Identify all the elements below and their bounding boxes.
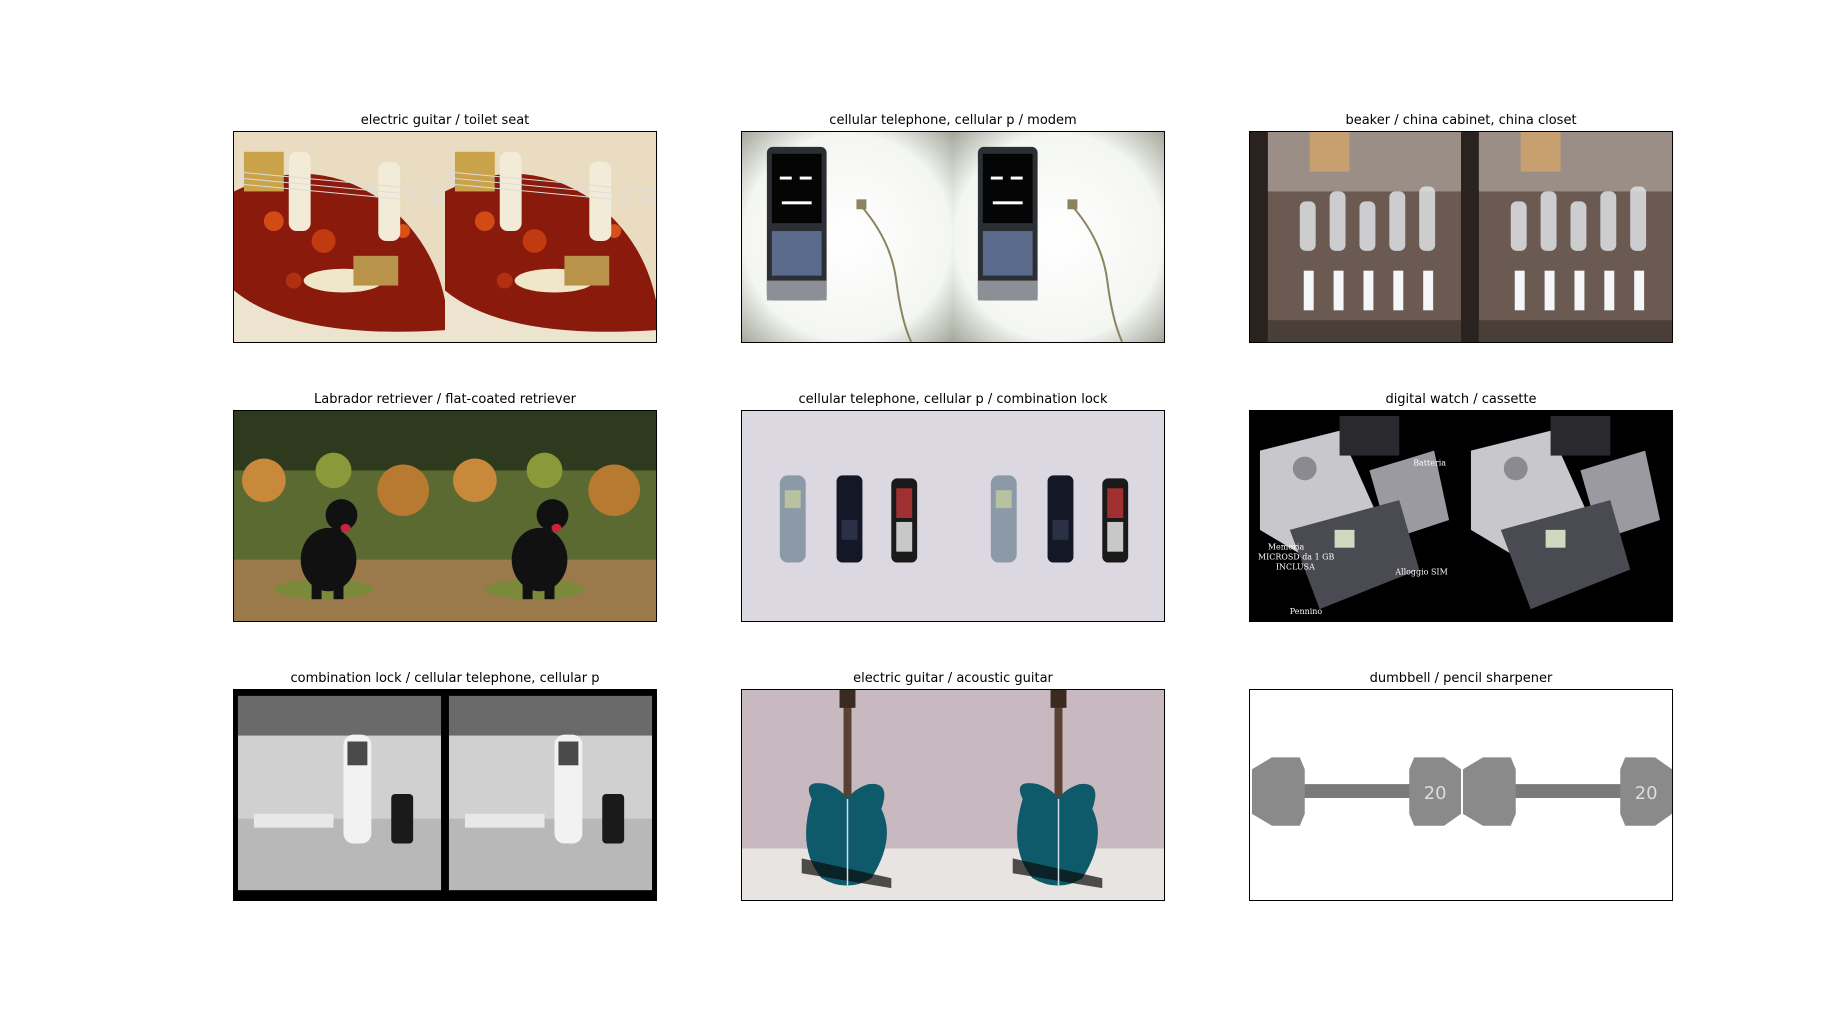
panel-title: electric guitar / toilet seat: [360, 113, 530, 128]
glass-beakers-photo: [1249, 131, 1673, 343]
phone-parts-labeled-photo: Batteria Memoria MICROSD da 1 GB INCLUSA…: [1249, 410, 1673, 622]
cellphone-and-cable-photo: [741, 131, 1165, 343]
panel-title: beaker / china cabinet, china closet: [1345, 113, 1577, 128]
panel-title: cellular telephone, cellular p / modem: [829, 113, 1077, 128]
image-panel: electric guitar / acoustic guitar: [741, 669, 1165, 915]
phone-label-alloggio-sim: Alloggio SIM: [1394, 567, 1447, 576]
image-panel: combination lock / cellular telephone, c…: [233, 669, 657, 915]
image-panel: electric guitar / toilet seat: [233, 111, 657, 357]
phone-label-batteria: Batteria: [1413, 458, 1446, 467]
panel-title: Labrador retriever / flat-coated retriev…: [314, 392, 576, 407]
panel-title: combination lock / cellular telephone, c…: [290, 671, 600, 686]
panel-title: dumbbell / pencil sharpener: [1369, 671, 1553, 686]
phone-label-pennino: Pennino: [1290, 607, 1323, 616]
panel-title: digital watch / cassette: [1385, 392, 1537, 407]
image-panel: digital watch / cassette Batteria Memori…: [1249, 390, 1673, 636]
image-panel: cellular telephone, cellular p / combina…: [741, 390, 1165, 636]
teal-guitar-photo: [741, 689, 1165, 901]
grayscale-phone-photo: [233, 689, 657, 901]
three-phones-photo: [741, 410, 1165, 622]
phone-label-memoria: Memoria: [1268, 543, 1305, 552]
dumbbell-weight-label: 20: [1635, 783, 1658, 804]
phone-label-microsd: MICROSD da 1 GB: [1258, 553, 1335, 562]
panel-title: cellular telephone, cellular p / combina…: [798, 392, 1108, 407]
image-panel: dumbbell / pencil sharpener 20 20: [1249, 669, 1673, 915]
panel-title: electric guitar / acoustic guitar: [853, 671, 1053, 686]
image-panel: cellular telephone, cellular p / modem: [741, 111, 1165, 357]
phone-label-inclusa: INCLUSA: [1276, 563, 1315, 572]
image-panel: beaker / china cabinet, china closet: [1249, 111, 1673, 357]
dumbbell-weight-label: 20: [1424, 783, 1447, 804]
black-dog-photo: [233, 410, 657, 622]
dumbbell-photo: 20 20: [1249, 689, 1673, 901]
electric-guitar-closeup-photo: [233, 131, 657, 343]
image-panel: Labrador retriever / flat-coated retriev…: [233, 390, 657, 636]
